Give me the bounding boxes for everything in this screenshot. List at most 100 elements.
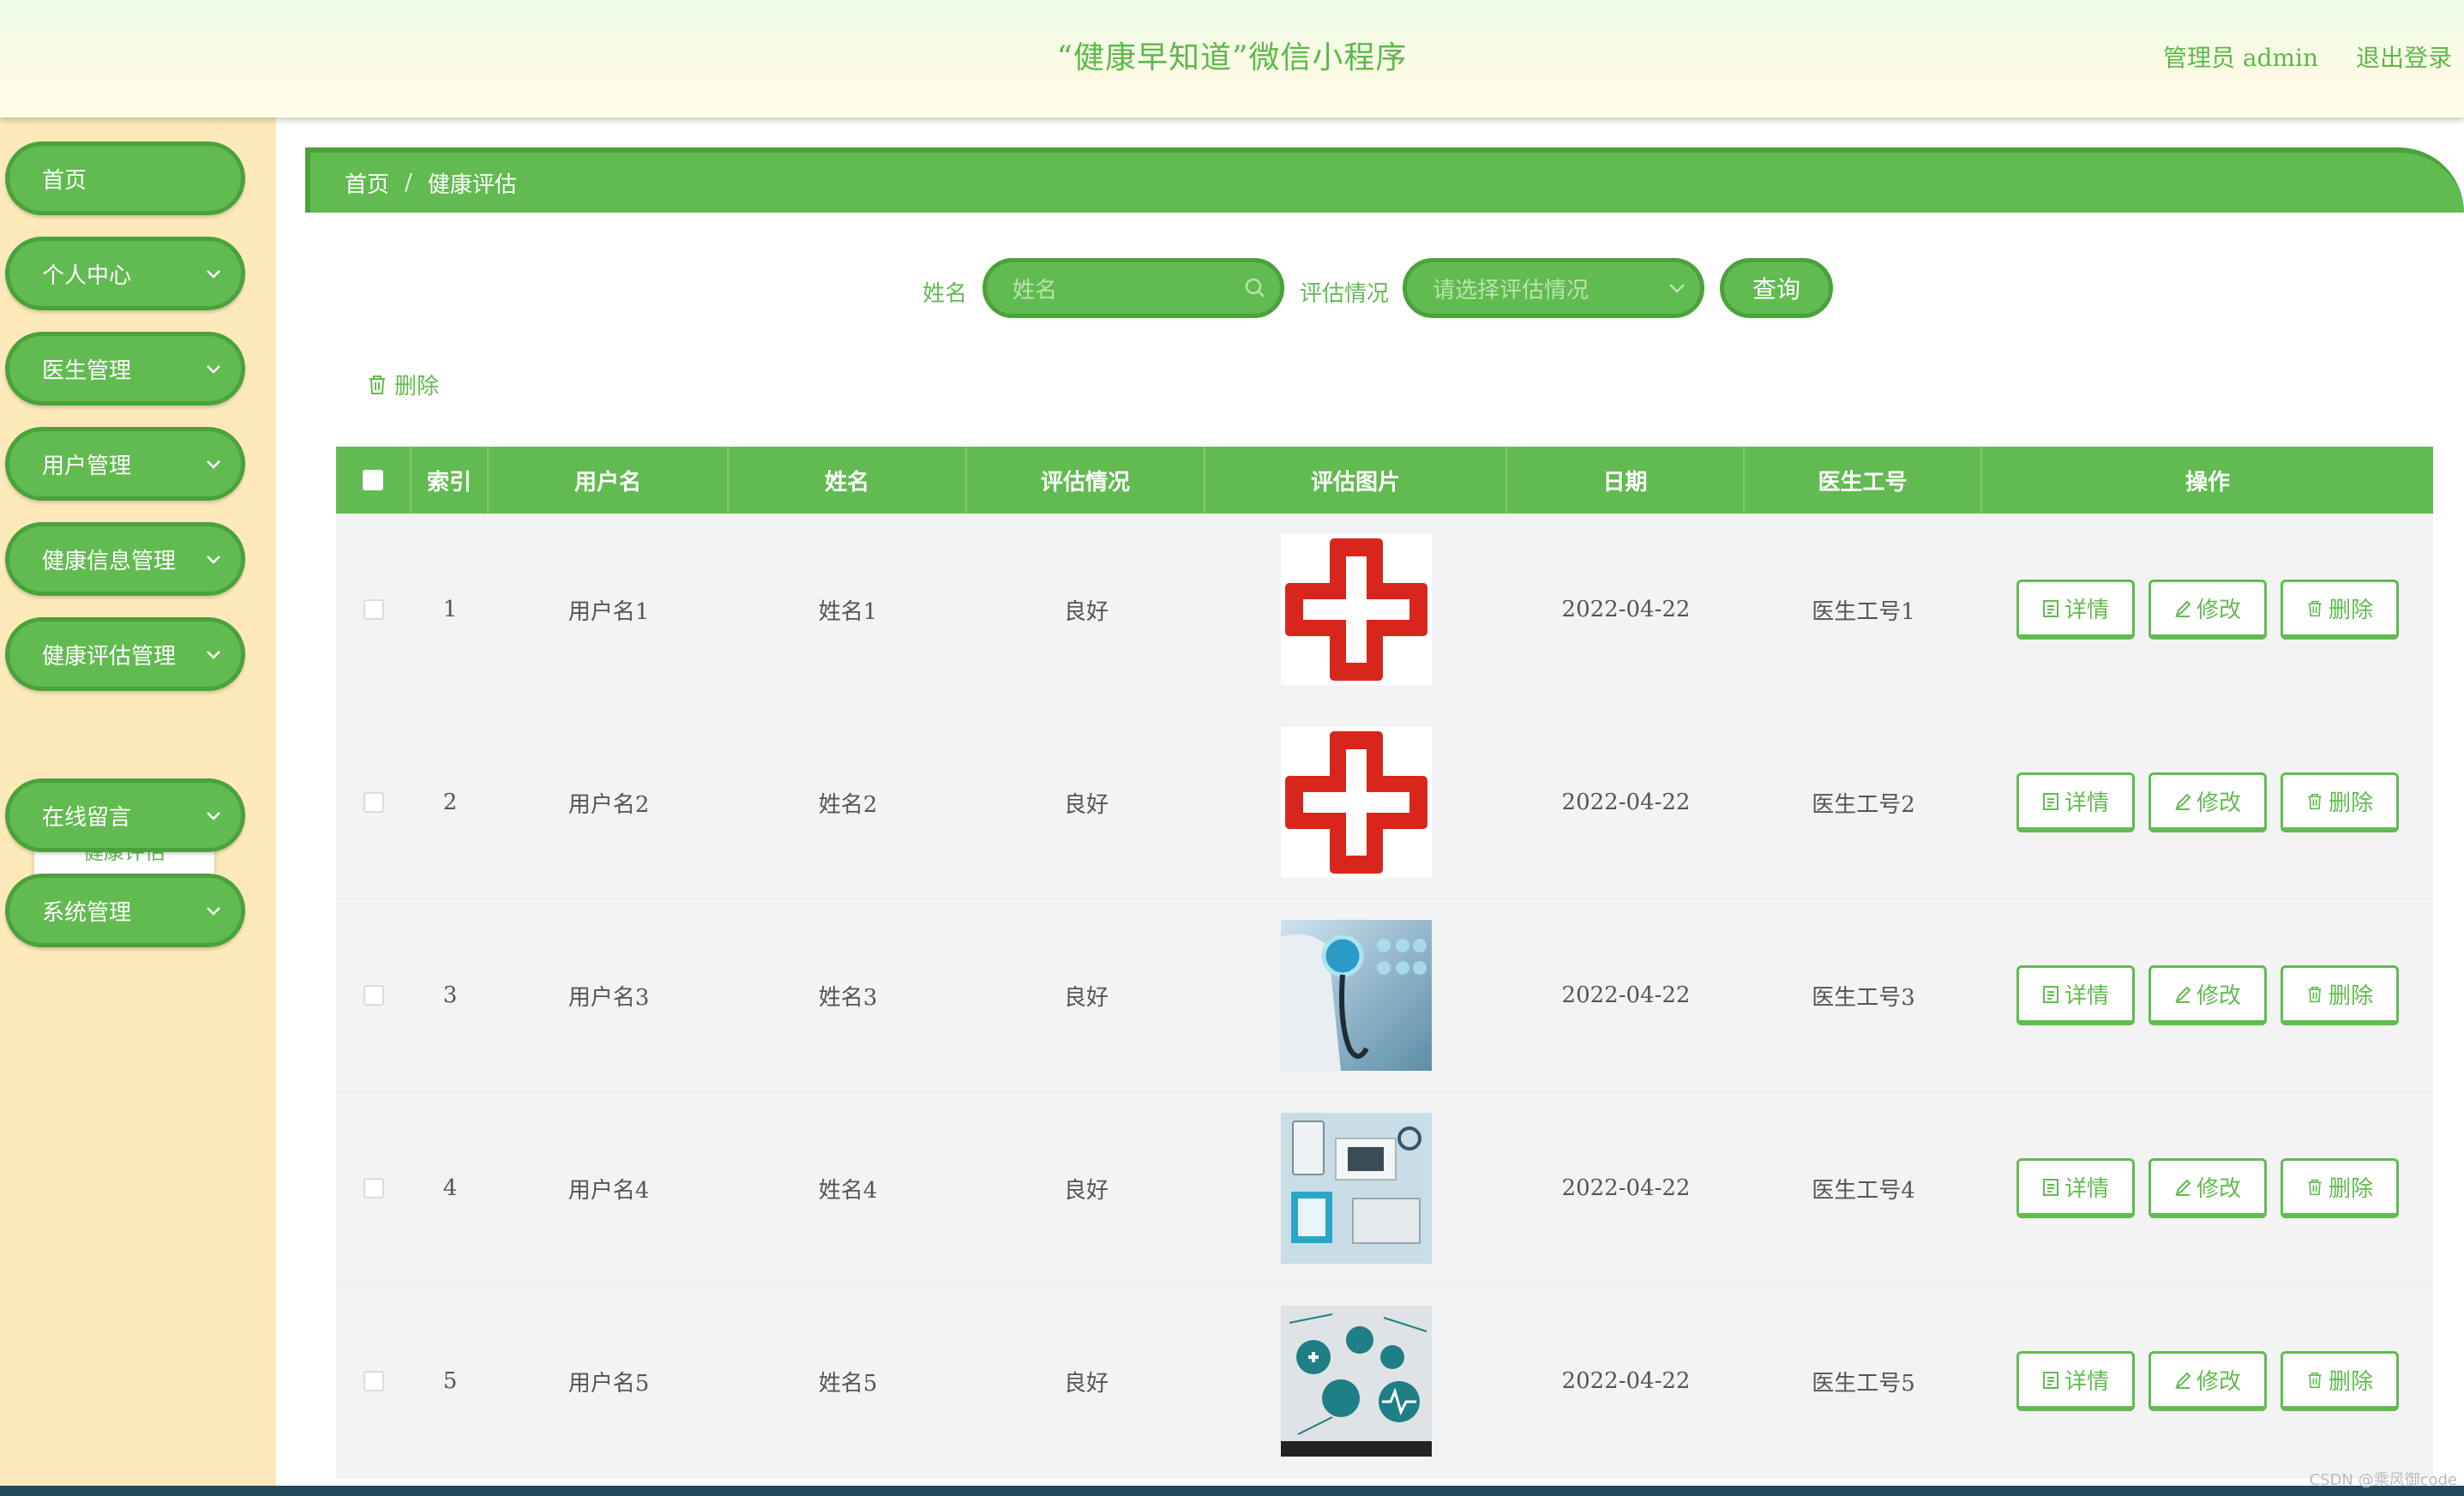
red-cross-icon[interactable] xyxy=(1281,727,1432,878)
cell-date: 2022-04-22 xyxy=(1561,1368,1691,1394)
pencil-icon xyxy=(2175,793,2191,810)
sidebar-item-health-info[interactable]: 健康信息管理 xyxy=(5,522,245,596)
cell-name: 姓名4 xyxy=(818,1177,878,1204)
col-actions: 操作 xyxy=(2185,469,2230,496)
batch-delete-button[interactable]: 删除 xyxy=(367,369,439,400)
row-checkbox[interactable] xyxy=(364,985,384,1006)
chevron-down-icon xyxy=(207,556,220,564)
detail-button[interactable]: 详情 xyxy=(2016,580,2135,640)
chevron-down-icon xyxy=(207,651,220,659)
sidebar-item-label: 健康信息管理 xyxy=(42,548,177,574)
delete-button[interactable]: 删除 xyxy=(2281,1351,2399,1411)
table-row: 2 用户名2 姓名2 良好 2022-04-22 医生工号2 详情 修改 删除 xyxy=(336,706,2433,899)
row-checkbox[interactable] xyxy=(364,792,384,813)
sidebar-item-system-management[interactable]: 系统管理 xyxy=(5,874,245,947)
cell-status: 良好 xyxy=(1063,1370,1109,1397)
table-row: 1 用户名1 姓名1 良好 2022-04-22 医生工号1 详情 修改 删除 xyxy=(336,514,2433,706)
cell-index: 2 xyxy=(442,790,458,815)
detail-button[interactable]: 详情 xyxy=(2016,965,2135,1025)
name-search-placeholder: 姓名 xyxy=(1013,277,1058,303)
pencil-icon xyxy=(2175,1179,2191,1196)
search-icon xyxy=(1245,278,1265,297)
sidebar-item-label: 系统管理 xyxy=(42,899,132,926)
delete-label: 删除 xyxy=(2328,983,2373,1009)
col-username[interactable]: 用户名 xyxy=(489,447,729,514)
name-label: 姓名 xyxy=(922,281,968,307)
sidebar-item-personal-center[interactable]: 个人中心 xyxy=(5,237,245,310)
sidebar-item-user-management[interactable]: 用户管理 xyxy=(5,427,245,501)
chevron-down-icon xyxy=(207,907,220,916)
edit-button[interactable]: 修改 xyxy=(2148,1351,2267,1411)
col-date[interactable]: 日期 xyxy=(1507,447,1745,514)
stethoscope-photo[interactable] xyxy=(1281,920,1432,1071)
delete-button[interactable]: 删除 xyxy=(2281,772,2399,832)
edit-label: 修改 xyxy=(2196,1176,2241,1202)
document-icon xyxy=(2042,599,2058,617)
row-checkbox[interactable] xyxy=(364,1371,384,1391)
detail-button[interactable]: 详情 xyxy=(2016,1158,2135,1218)
detail-button[interactable]: 详情 xyxy=(2016,1351,2135,1411)
document-icon xyxy=(2042,792,2058,810)
sidebar-item-label: 医生管理 xyxy=(42,357,132,384)
edit-button[interactable]: 修改 xyxy=(2148,772,2267,832)
logout-link[interactable]: 退出登录 xyxy=(2356,39,2452,74)
status-select[interactable]: 请选择评估情况 xyxy=(1403,258,1704,318)
detail-label: 详情 xyxy=(2064,598,2109,623)
row-checkbox[interactable] xyxy=(364,599,384,620)
table-row: 3 用户名3 姓名3 良好 2022-04-22 医生工号3 详情 修改 删除 xyxy=(336,899,2433,1092)
cell-index: 3 xyxy=(442,982,458,1008)
col-image[interactable]: 评估图片 xyxy=(1205,447,1507,514)
cell-name: 姓名5 xyxy=(818,1370,878,1397)
sidebar-item-health-assessment[interactable]: 健康评估管理 xyxy=(5,617,245,691)
doctor-desk-photo[interactable] xyxy=(1281,1113,1432,1264)
document-icon xyxy=(2042,1178,2058,1196)
delete-label: 删除 xyxy=(2328,790,2373,816)
delete-label: 删除 xyxy=(2328,598,2373,623)
select-all-checkbox[interactable] xyxy=(363,470,383,490)
cell-index: 5 xyxy=(442,1368,458,1394)
cell-doctor-id: 医生工号1 xyxy=(1812,598,1915,625)
sidebar-item-label: 在线留言 xyxy=(42,804,132,831)
medical-icons-photo[interactable] xyxy=(1281,1306,1432,1457)
name-search-input[interactable]: 姓名 xyxy=(983,258,1284,318)
cell-username: 用户名2 xyxy=(568,791,650,818)
status-label: 评估情况 xyxy=(1300,281,1390,307)
col-name[interactable]: 姓名 xyxy=(729,447,967,514)
batch-delete-label: 删除 xyxy=(394,374,440,400)
detail-button[interactable]: 详情 xyxy=(2016,772,2135,832)
trash-icon xyxy=(2308,1372,2322,1388)
cell-doctor-id: 医生工号5 xyxy=(1812,1370,1915,1397)
cell-date: 2022-04-22 xyxy=(1561,790,1691,815)
col-doctor-id[interactable]: 医生工号 xyxy=(1745,447,1982,514)
detail-label: 详情 xyxy=(2064,983,2109,1009)
sidebar-item-online-messages[interactable]: 在线留言 xyxy=(5,778,245,852)
cell-status: 良好 xyxy=(1063,791,1109,818)
red-cross-icon[interactable] xyxy=(1281,534,1432,685)
table-header: 索引 用户名 姓名 评估情况 评估图片 日期 医生工号 操作 xyxy=(336,447,2433,514)
edit-button[interactable]: 修改 xyxy=(2148,965,2267,1025)
edit-label: 修改 xyxy=(2196,1369,2241,1395)
delete-button[interactable]: 删除 xyxy=(2281,1158,2399,1218)
cell-date: 2022-04-22 xyxy=(1561,1175,1691,1201)
sidebar-item-home[interactable]: 首页 xyxy=(5,141,245,215)
trash-icon xyxy=(2308,600,2322,616)
cell-username: 用户名5 xyxy=(568,1370,650,1397)
trash-icon xyxy=(370,375,385,394)
breadcrumb-home[interactable]: 首页 xyxy=(345,167,389,199)
row-checkbox[interactable] xyxy=(364,1178,384,1199)
col-index[interactable]: 索引 xyxy=(412,447,489,514)
delete-button[interactable]: 删除 xyxy=(2281,580,2399,640)
col-status[interactable]: 评估情况 xyxy=(967,447,1205,514)
edit-button[interactable]: 修改 xyxy=(2148,1158,2267,1218)
edit-button[interactable]: 修改 xyxy=(2148,580,2267,640)
app-title: “健康早知道”微信小程序 xyxy=(1056,40,1408,75)
trash-icon xyxy=(2308,1179,2322,1195)
cell-username: 用户名4 xyxy=(568,1177,650,1204)
cell-username: 用户名1 xyxy=(568,598,650,625)
delete-button[interactable]: 删除 xyxy=(2281,965,2399,1025)
table-row: 4 用户名4 姓名4 良好 2022-04-22 医生工号4 详情 修改 删除 xyxy=(336,1092,2433,1285)
pencil-icon xyxy=(2175,600,2191,617)
query-button[interactable]: 查询 xyxy=(1720,258,1833,318)
cell-status: 良好 xyxy=(1063,984,1109,1011)
sidebar-item-doctor-management[interactable]: 医生管理 xyxy=(5,332,245,406)
